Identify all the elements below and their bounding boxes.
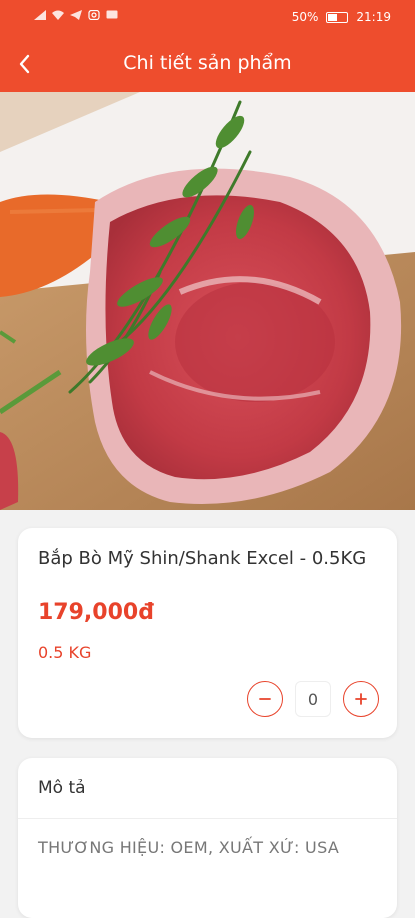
description-card: Mô tả THƯƠNG HIỆU: OEM, XUẤT XỨ: USA bbox=[18, 758, 397, 918]
increase-quantity-button[interactable] bbox=[343, 681, 379, 717]
product-price: 179,000đ bbox=[38, 600, 154, 625]
battery-percent: 50% bbox=[291, 10, 319, 24]
signal-icon bbox=[34, 10, 46, 20]
quantity-value[interactable]: 0 bbox=[295, 681, 331, 717]
minus-icon bbox=[259, 698, 271, 700]
status-bar: 50% 21:19 bbox=[0, 0, 415, 36]
wifi-icon bbox=[52, 10, 64, 20]
app-bar: Chi tiết sản phẩm bbox=[0, 36, 415, 92]
decrease-quantity-button[interactable] bbox=[247, 681, 283, 717]
divider bbox=[18, 818, 397, 819]
description-text: THƯƠNG HIỆU: OEM, XUẤT XỨ: USA bbox=[38, 838, 340, 857]
battery-icon bbox=[326, 11, 349, 23]
product-name: Bắp Bò Mỹ Shin/Shank Excel - 0.5KG bbox=[38, 548, 367, 569]
instagram-icon bbox=[88, 10, 100, 20]
page-title: Chi tiết sản phẩm bbox=[123, 52, 292, 74]
clock: 21:19 bbox=[356, 10, 391, 24]
message-icon bbox=[106, 10, 118, 19]
description-heading: Mô tả bbox=[38, 778, 86, 798]
status-icons-left bbox=[34, 10, 118, 20]
telegram-icon bbox=[70, 10, 82, 20]
quantity-stepper: 0 bbox=[247, 681, 379, 717]
product-unit: 0.5 KG bbox=[38, 643, 92, 662]
product-image bbox=[0, 92, 415, 510]
plus-icon bbox=[355, 693, 367, 705]
product-info-card: Bắp Bò Mỹ Shin/Shank Excel - 0.5KG 179,0… bbox=[18, 528, 397, 738]
status-icons-right: 50% 21:19 bbox=[292, 10, 391, 24]
